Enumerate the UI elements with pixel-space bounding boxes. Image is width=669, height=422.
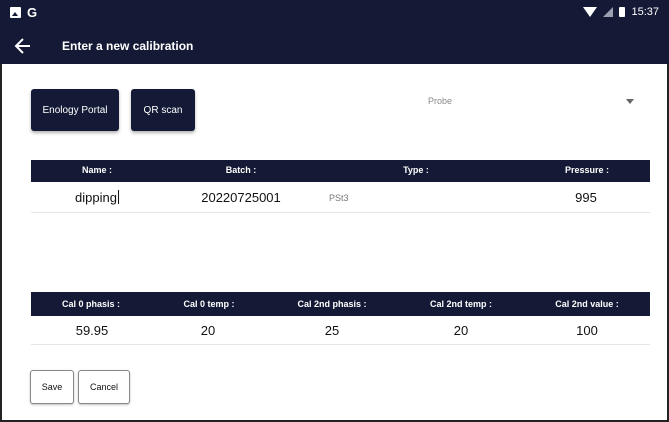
probe-select-value: Probe bbox=[428, 96, 453, 106]
page-title: Enter a new calibration bbox=[62, 39, 194, 53]
batch-header: Batch : bbox=[225, 165, 257, 175]
app-bar: Enter a new calibration bbox=[0, 28, 669, 64]
cal2-phasis-value[interactable]: 25 bbox=[325, 323, 339, 338]
name-input[interactable]: dipping bbox=[75, 190, 119, 205]
type-header: Type : bbox=[403, 165, 429, 175]
probe-table-row: dipping 20220725001 PSt3 995 bbox=[31, 184, 650, 213]
cal2-temp-header: Cal 2nd temp : bbox=[429, 299, 493, 309]
status-left: G bbox=[10, 5, 37, 20]
cal0-temp-header: Cal 0 temp : bbox=[183, 299, 235, 309]
calibration-table-row: 59.95 20 25 20 100 bbox=[31, 318, 650, 345]
enology-portal-button[interactable]: Enology Portal bbox=[31, 89, 119, 131]
type-value[interactable]: PSt3 bbox=[329, 193, 349, 203]
cal0-temp-value[interactable]: 20 bbox=[201, 323, 215, 338]
calibration-table-header: Cal 0 phasis : Cal 0 temp : Cal 2nd phas… bbox=[31, 292, 650, 316]
probe-table-header: Name : Batch : Type : Pressure : bbox=[31, 160, 650, 182]
cal2-temp-value[interactable]: 20 bbox=[454, 323, 468, 338]
pressure-header: Pressure : bbox=[564, 165, 610, 175]
name-header: Name : bbox=[81, 165, 113, 175]
probe-select[interactable]: Probe bbox=[380, 90, 650, 116]
status-bar: G 15:37 bbox=[0, 0, 669, 28]
cal2-value-header: Cal 2nd value : bbox=[555, 299, 619, 309]
cal0-phasis-value[interactable]: 59.95 bbox=[76, 323, 109, 338]
cal0-phasis-header: Cal 0 phasis : bbox=[61, 299, 121, 309]
back-arrow-icon[interactable] bbox=[14, 36, 32, 56]
battery-icon bbox=[619, 7, 626, 17]
cal2-value-value[interactable]: 100 bbox=[576, 323, 598, 338]
cancel-button[interactable]: Cancel bbox=[78, 370, 130, 404]
wifi-icon bbox=[583, 7, 598, 17]
status-right: 15:37 bbox=[583, 6, 659, 18]
gallery-icon bbox=[10, 7, 21, 18]
pressure-value[interactable]: 995 bbox=[575, 190, 597, 205]
text-caret bbox=[117, 190, 119, 204]
dropdown-arrow-icon bbox=[626, 99, 634, 104]
google-icon: G bbox=[27, 5, 38, 20]
cal2-phasis-header: Cal 2nd phasis : bbox=[297, 299, 367, 309]
signal-icon bbox=[603, 7, 614, 17]
save-button[interactable]: Save bbox=[30, 370, 74, 404]
batch-value[interactable]: 20220725001 bbox=[201, 190, 281, 205]
qr-scan-button[interactable]: QR scan bbox=[131, 89, 195, 131]
status-time: 15:37 bbox=[631, 6, 659, 18]
